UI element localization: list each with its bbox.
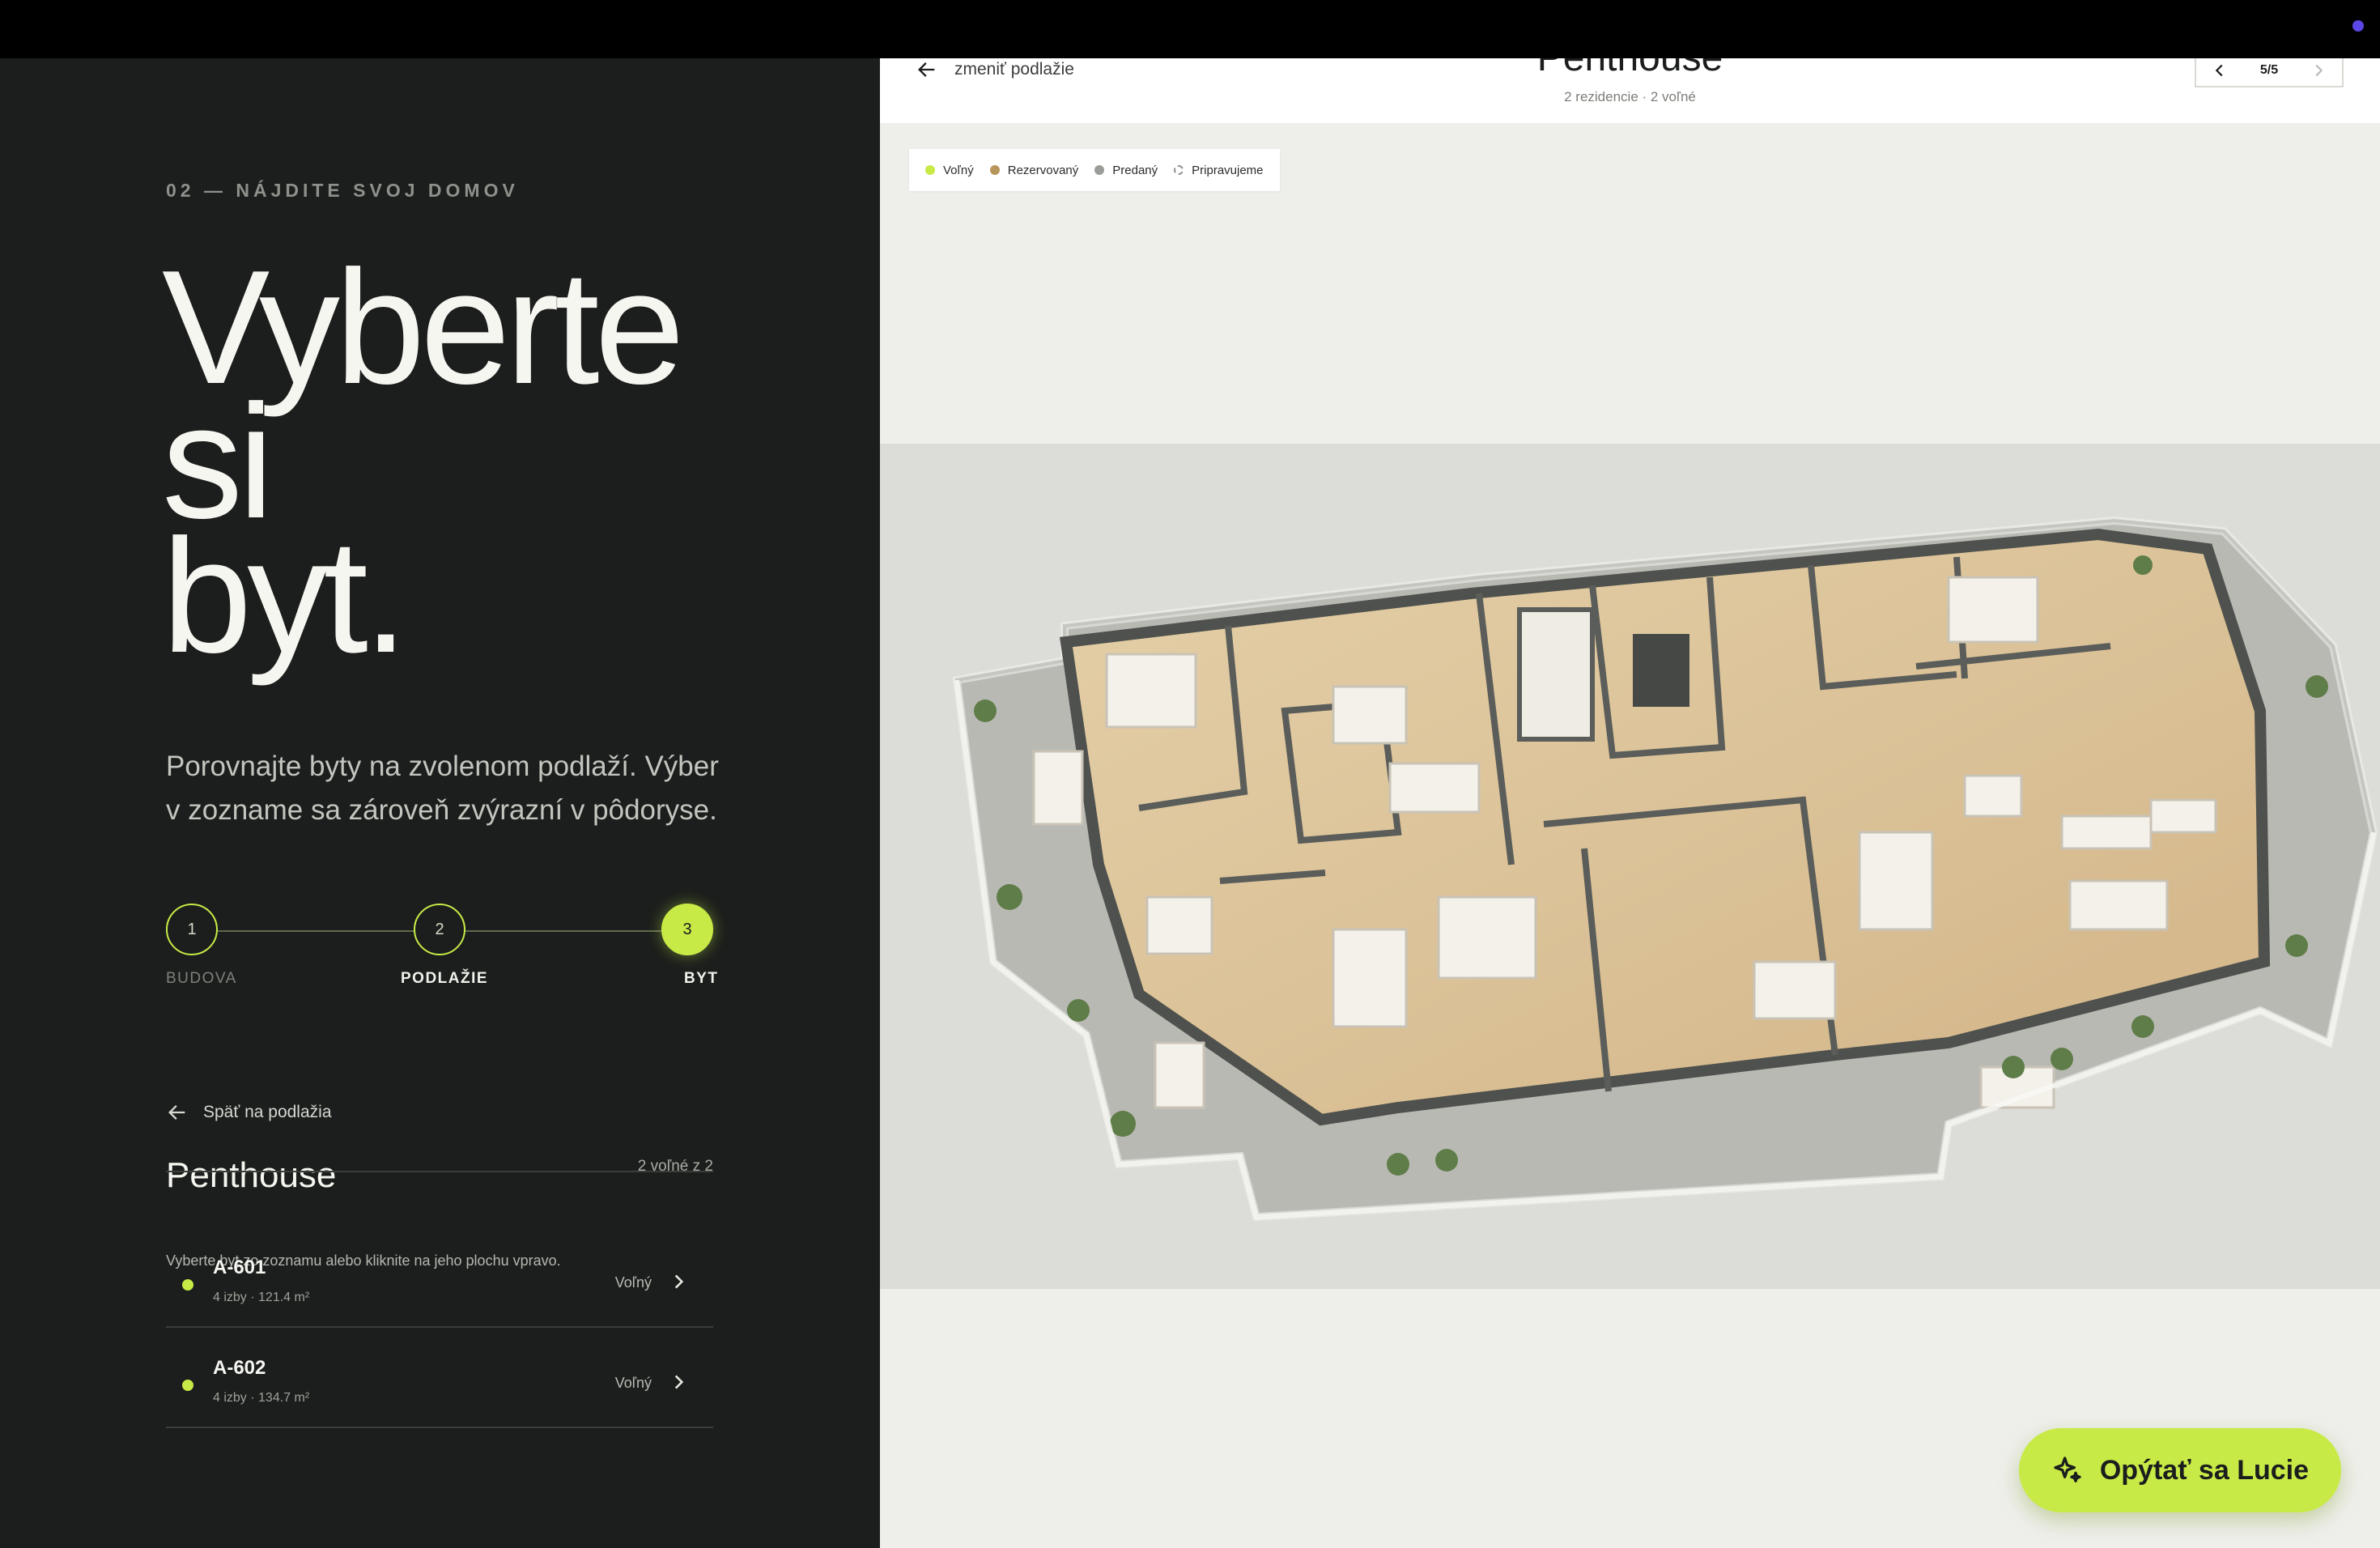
unit-status: Voľný [614, 1375, 652, 1391]
selection-panel: 02 — NÁJDITE SVOJ DOMOV Vyberte si byt. … [0, 58, 880, 1548]
legend-item-upcoming: Pripravujeme [1174, 163, 1264, 177]
sparkle-icon [2054, 1457, 2081, 1482]
floorplan-header: zmeniť podlažie Penthouse 2 rezidencie ·… [880, 58, 2380, 123]
step-floor[interactable]: 2 [414, 904, 465, 955]
step-unit[interactable]: 3 [661, 904, 713, 955]
legend-label: Predaný [1112, 163, 1158, 177]
divider [166, 1326, 713, 1328]
legend-label: Rezervovaný [1007, 163, 1079, 177]
unit-name: A-601 [213, 1257, 266, 1278]
unit-row-a601[interactable]: A-601 4 izby · 121.4 m² Voľný [166, 1239, 713, 1339]
divider [166, 1171, 713, 1172]
progress-stepper: 1 2 3 BUDOVA PODLAŽIE BYT [166, 886, 717, 987]
chevron-right-icon[interactable] [2310, 62, 2327, 79]
unit-row-a602[interactable]: A-602 4 izby · 134.7 m² Voľný [166, 1339, 713, 1440]
floor-subtitle: 2 rezidencie · 2 voľné [1564, 89, 1696, 104]
legend-item-sold: Predaný [1094, 164, 1158, 177]
unit-meta: 4 izby · 134.7 m² [213, 1391, 310, 1405]
step-label-floor: PODLAŽIE [401, 970, 489, 987]
legend-label: Voľný [943, 163, 974, 177]
legend-dot [989, 165, 1000, 175]
floor-title: Penthouse [166, 1155, 337, 1195]
status-dot [182, 1380, 193, 1391]
ask-lucie-button[interactable]: Opýtať sa Lucie [2018, 1428, 2341, 1512]
unit-meta: 4 izby · 121.4 m² [213, 1291, 310, 1304]
chevron-right-icon [674, 1274, 684, 1289]
stepper-line [218, 930, 415, 932]
cta-label: Opýtať sa Lucie [2099, 1454, 2309, 1486]
pager-count: 5/5 [2259, 63, 2279, 77]
hero-heading: Vyberte si byt. [162, 247, 685, 687]
browser-top-bar [0, 0, 2380, 58]
legend-dot [1174, 165, 1184, 175]
step-label-unit: BYT [684, 970, 719, 987]
arrow-left-icon [168, 1105, 185, 1120]
status-legend: Voľný Rezervovaný Predaný Pripravujeme [909, 149, 1280, 191]
back-label: Späť na podlažia [203, 1103, 332, 1121]
status-dot [182, 1279, 193, 1291]
floorplan-illustration [880, 444, 2380, 1289]
floorplan-render [880, 444, 2380, 1289]
availability-count: 2 voľné z 2 [637, 1158, 713, 1175]
unit-status: Voľný [614, 1274, 652, 1291]
section-eyebrow: 02 — NÁJDITE SVOJ DOMOV [166, 180, 519, 201]
chevron-right-icon [674, 1375, 684, 1389]
legend-label: Pripravujeme [1192, 163, 1264, 177]
legend-dot [1094, 165, 1105, 175]
unit-name: A-602 [213, 1357, 266, 1379]
legend-item-reserved: Rezervovaný [989, 163, 1079, 177]
chevron-left-icon[interactable] [2211, 62, 2229, 79]
indicator-dot [2352, 20, 2364, 32]
divider [166, 1427, 713, 1428]
floorplan-panel: zmeniť podlažie Penthouse 2 rezidencie ·… [880, 58, 2380, 1548]
intro-text: Porovnajte byty na zvolenom podlaží. Výb… [166, 751, 719, 826]
step-label-building: BUDOVA [166, 970, 237, 987]
floor-heading: Penthouse [880, 58, 2380, 80]
hero-line: byt. [162, 506, 408, 687]
floor-pager: 5/5 [2195, 58, 2344, 87]
step-building[interactable]: 1 [166, 904, 218, 955]
back-to-floors-link[interactable]: Späť na podlažia [166, 1101, 332, 1124]
legend-item-free: Voľný [925, 164, 974, 177]
legend-dot [925, 165, 935, 175]
stepper-line [464, 930, 665, 932]
